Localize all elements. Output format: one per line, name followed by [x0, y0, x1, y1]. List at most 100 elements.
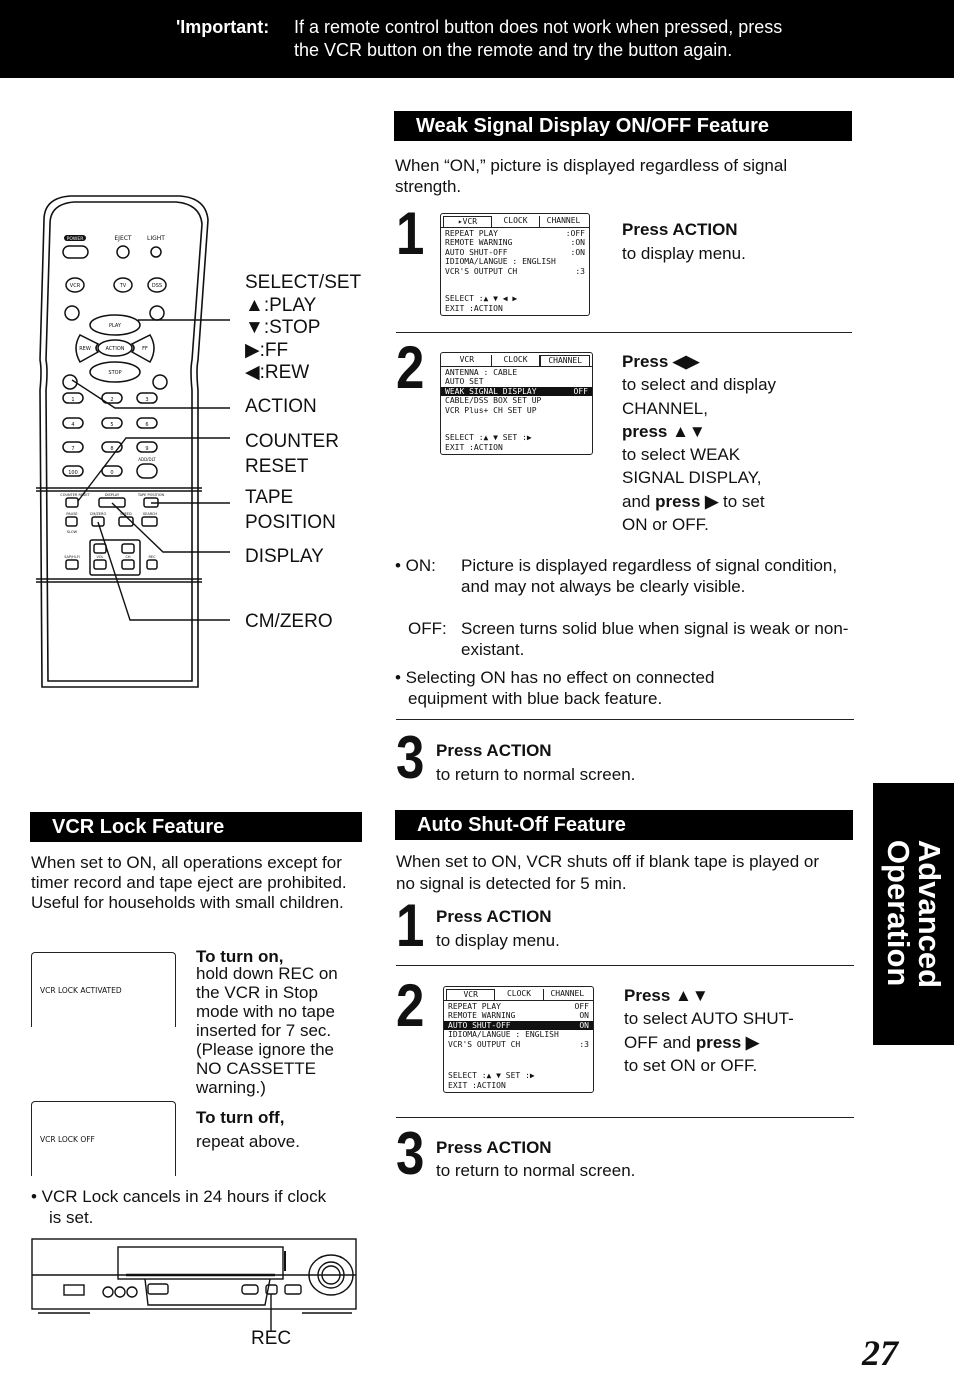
svg-text:ADD/DLT: ADD/DLT	[138, 457, 156, 462]
auto-step3-title: Press ACTION	[436, 1138, 552, 1157]
remote-text-light: LIGHT	[147, 235, 165, 242]
step-number: 3	[396, 1120, 424, 1187]
osd-menu-vcr: ▸VCR CLOCK CHANNEL REPEAT PLAY:OFF REMOT…	[440, 213, 590, 316]
osd-row: AUTO SET	[445, 377, 484, 386]
step-number: 1	[396, 200, 424, 267]
up-triangle-icon: ▲	[245, 295, 264, 316]
vcr-lock-off-screen: VCR LOCK OFF	[31, 1101, 176, 1176]
svg-text:PLAY: PLAY	[109, 323, 122, 329]
svg-text:CM/ZERO: CM/ZERO	[90, 512, 107, 516]
osd-tab: CHANNEL	[550, 989, 585, 998]
osd-row: IDIOMA/LANGUE : ENGLISH	[448, 1030, 559, 1039]
important-label: 'Important:	[176, 17, 270, 37]
auto-step2-instructions: Press ▲▼ to select AUTO SHUT- OFF and pr…	[624, 986, 794, 1075]
osd-footer-select: SELECT :▲ ▼ ◀ ▶	[445, 294, 518, 303]
osd-row: REMOTE WARNING ON	[448, 1011, 589, 1020]
osd-tab: CLOCK	[495, 989, 544, 1000]
page-number: 27	[862, 1333, 898, 1373]
osd-row: CABLE/DSS BOX SET UP	[445, 396, 542, 405]
side-tab-line2: Operation	[880, 839, 916, 987]
svg-text:TAPE POSITION: TAPE POSITION	[137, 493, 165, 497]
label-rew: ◀:REW	[245, 362, 310, 383]
auto-shutoff-intro: When set to ON, VCR shuts off if blank t…	[396, 852, 819, 893]
auto-step3-desc: to return to normal screen.	[436, 1161, 636, 1180]
osd-row: REMOTE WARNING:ON	[445, 238, 585, 247]
svg-text:PAUSE: PAUSE	[66, 512, 77, 516]
label-ff: ▶:FF	[245, 340, 289, 361]
side-tab-line1: Advanced	[911, 839, 947, 989]
important-banner: 'Important: If a remote control button d…	[0, 0, 954, 78]
osd-tab: ▸VCR	[443, 216, 492, 227]
osd-row: REPEAT PLAY OFF	[448, 1001, 589, 1011]
step-number: 1	[396, 892, 424, 959]
svg-text:FF: FF	[142, 346, 148, 352]
remote-text-eject: EJECT	[114, 235, 132, 242]
divider	[396, 332, 852, 333]
light-button	[150, 246, 162, 258]
on-note-label: • ON:	[395, 556, 436, 575]
step-number: 2	[396, 972, 424, 1039]
important-text-line2: the VCR button on the remote and try the…	[294, 40, 733, 60]
osd-row-highlighted: WEAK SIGNAL DISPLAY OFF	[441, 386, 592, 396]
vcr-lock-intro: When set to ON, all operations except fo…	[31, 853, 347, 912]
svg-text:DISPLAY: DISPLAY	[105, 493, 120, 497]
step2-instructions: Press ◀▶ to select and display CHANNEL, …	[622, 352, 777, 535]
osd-tab: CHANNEL	[540, 355, 591, 366]
label-reset: RESET	[245, 456, 309, 477]
osd-row: ANTENNA : CABLE	[445, 367, 518, 377]
screen-text: VCR LOCK ACTIVATED	[40, 986, 122, 995]
svg-text:DSS: DSS	[152, 283, 162, 289]
svg-text:STOP: STOP	[108, 370, 121, 376]
blue-back-note: • Selecting ON has no effect on connecte…	[395, 668, 715, 708]
vcr-lock-title: VCR Lock Feature	[30, 812, 362, 842]
osd-footer-select: SELECT :▲ ▼ SET :▶	[448, 1071, 535, 1080]
svg-text:4: 4	[71, 422, 74, 428]
osd-tab: VCR	[443, 355, 492, 366]
osd-row: REPEAT PLAY:OFF	[445, 228, 585, 238]
svg-text:7: 7	[71, 446, 74, 452]
svg-text:REW: REW	[79, 346, 91, 352]
svg-text:ACTION: ACTION	[105, 346, 124, 352]
svg-text:100: 100	[68, 470, 78, 476]
label-tape: TAPE	[245, 487, 294, 508]
turn-on-text: hold down REC on the VCR in Stop mode wi…	[196, 964, 338, 1097]
step-number: 2	[396, 334, 424, 401]
osd-row-highlighted: AUTO SHUT-OFF ON	[444, 1020, 593, 1030]
svg-text:1: 1	[71, 397, 74, 403]
weak-signal-title: Weak Signal Display ON/OFF Feature	[394, 111, 852, 141]
svg-text:CH: CH	[125, 555, 130, 559]
svg-text:2: 2	[110, 397, 113, 403]
osd-footer-select: SELECT :▲ ▼ SET :▶	[445, 433, 532, 442]
step3-desc: to return to normal screen.	[436, 765, 636, 784]
auto-step1-title: Press ACTION	[436, 907, 552, 926]
off-note-text: Screen turns solid blue when signal is w…	[461, 619, 849, 659]
svg-text:SAP/Hi-Fi: SAP/Hi-Fi	[64, 555, 80, 559]
counter-reset-button	[65, 497, 79, 508]
display-button	[98, 497, 126, 508]
osd-footer-exit: EXIT :ACTION	[445, 303, 503, 313]
label-play: ▲:PLAY	[245, 295, 317, 316]
auto-step1-desc: to display menu.	[436, 931, 560, 950]
svg-text:6: 6	[145, 422, 148, 428]
step1-title: Press ACTION	[622, 220, 738, 239]
turn-off-text: repeat above.	[196, 1132, 300, 1151]
svg-text:3: 3	[145, 397, 148, 403]
divider	[396, 965, 854, 966]
divider	[396, 719, 854, 720]
osd-menu-channel: VCR CLOCK CHANNEL ANTENNA : CABLE AUTO S…	[440, 352, 593, 455]
section-side-tab: Advanced Operation	[873, 783, 954, 1045]
osd-tab: CLOCK	[492, 355, 541, 366]
right-triangle-icon: ▶	[245, 340, 260, 361]
svg-text:SEARCH: SEARCH	[143, 512, 158, 516]
svg-text:TV: TV	[119, 283, 127, 289]
down-triangle-icon: ▼	[245, 317, 264, 338]
vcr-deck-illustration	[30, 1237, 360, 1357]
label-action: ACTION	[245, 396, 317, 417]
svg-text:REC: REC	[148, 555, 156, 559]
osd-footer-exit: EXIT :ACTION	[445, 442, 503, 452]
osd-row: VCR Plus+ CH SET UP	[445, 405, 537, 415]
auto-shutoff-title: Auto Shut-Off Feature	[395, 810, 853, 840]
eject-button	[116, 245, 130, 259]
cm-zero-button	[91, 516, 105, 527]
vcr-lock-activated-screen: VCR LOCK ACTIVATED	[31, 952, 176, 1027]
